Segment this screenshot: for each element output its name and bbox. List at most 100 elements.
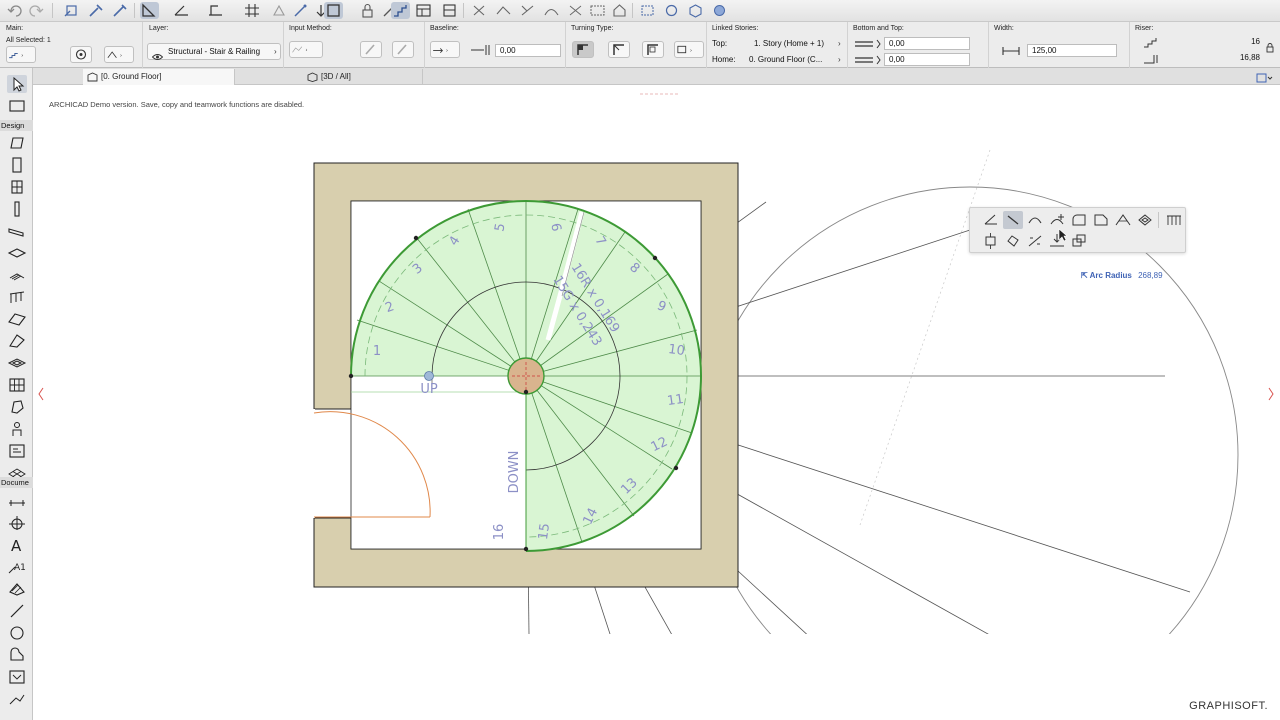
slab-tool-icon[interactable] xyxy=(7,244,27,262)
pick-up-parameters-icon[interactable] xyxy=(62,2,81,19)
marquee-tool-icon[interactable] xyxy=(7,97,27,115)
baseline-offset-field[interactable]: 0,00 xyxy=(495,44,561,57)
drag-icon[interactable] xyxy=(981,211,1001,229)
grid-icon[interactable] xyxy=(243,2,262,19)
lock-icon[interactable] xyxy=(1266,40,1274,53)
stair-drawing[interactable]: 1 2 3 4 5 6 7 8 9 10 11 12 13 14 15 16 U… xyxy=(34,86,1280,720)
render-icon[interactable] xyxy=(710,2,729,19)
guide-icon[interactable] xyxy=(206,2,225,19)
riser-count-icon xyxy=(1142,36,1162,48)
shell-tool-icon[interactable] xyxy=(7,332,27,350)
rotate-icon[interactable] xyxy=(1003,232,1023,250)
skylight-tool-icon[interactable] xyxy=(7,354,27,372)
curve-icon[interactable] xyxy=(542,2,561,19)
edit-segment-icon[interactable] xyxy=(1003,211,1023,229)
snap-method-button[interactable] xyxy=(360,41,382,58)
orbit-icon[interactable] xyxy=(662,2,681,19)
column-tool-icon[interactable] xyxy=(7,200,27,218)
split-icon[interactable] xyxy=(518,2,537,19)
stair-preset-button[interactable]: › xyxy=(104,46,134,63)
tab-ground-floor[interactable]: [0. Ground Floor] xyxy=(83,69,235,85)
label-tool-icon[interactable]: A1 xyxy=(7,558,27,576)
arc-circle-tool-icon[interactable] xyxy=(7,624,27,642)
marquee-icon[interactable] xyxy=(588,2,607,19)
magic-wand-icon[interactable] xyxy=(291,2,310,19)
roof-tool-icon[interactable] xyxy=(7,310,27,328)
riser-count-value[interactable]: 16 xyxy=(1230,37,1260,46)
polyline-tool-icon[interactable] xyxy=(7,646,27,664)
turning-type-dropdown[interactable]: › xyxy=(674,41,704,58)
home-icon[interactable] xyxy=(610,2,629,19)
scissors-icon[interactable] xyxy=(470,2,489,19)
element-type-button[interactable]: › xyxy=(6,46,36,63)
suspend-groups-icon[interactable] xyxy=(324,2,343,19)
elevate-icon[interactable] xyxy=(566,2,585,19)
lock-icon[interactable] xyxy=(358,2,377,19)
floor-plan-display-button[interactable] xyxy=(70,46,92,63)
object-tool-icon[interactable] xyxy=(7,420,27,438)
syringe-icon[interactable] xyxy=(110,2,129,19)
window-tool-icon[interactable] xyxy=(7,178,27,196)
top-offset-field[interactable]: 0,00 xyxy=(884,37,970,50)
zone-tool-icon[interactable] xyxy=(7,442,27,460)
layer-icon[interactable] xyxy=(140,2,159,19)
beam-tool-icon[interactable] xyxy=(7,222,27,240)
grid-snap-icon[interactable] xyxy=(172,2,191,19)
move-icon[interactable] xyxy=(981,232,1001,250)
home-story-value[interactable]: 0. Ground Floor (C... xyxy=(749,55,822,64)
curve-edge-icon[interactable] xyxy=(1025,211,1045,229)
turning-type-landing-button[interactable] xyxy=(572,41,594,58)
width-icon xyxy=(1001,44,1021,56)
riser-height-value[interactable]: 16,88 xyxy=(1230,53,1260,62)
offset-edge-icon[interactable] xyxy=(1113,211,1133,229)
dimension-tool-icon[interactable] xyxy=(7,492,27,510)
baseline-section: Baseline: › 0,00 xyxy=(425,22,566,68)
eyedropper-icon[interactable] xyxy=(86,2,105,19)
line-tool-icon[interactable] xyxy=(7,602,27,620)
trace-icon[interactable] xyxy=(270,2,289,19)
turning-type-equal-button[interactable] xyxy=(642,41,664,58)
wall-tool-icon[interactable] xyxy=(7,134,27,152)
stair-settings-icon[interactable] xyxy=(391,2,410,19)
tracker-value[interactable]: 268,89 xyxy=(1138,271,1162,280)
offset-all-icon[interactable] xyxy=(1135,211,1155,229)
mirror-icon[interactable] xyxy=(1025,232,1045,250)
tab-label: [0. Ground Floor] xyxy=(101,72,162,81)
layout-icon[interactable] xyxy=(414,2,433,19)
arrow-tool-icon[interactable] xyxy=(7,75,27,93)
morph-tool-icon[interactable] xyxy=(7,398,27,416)
offset-icon[interactable] xyxy=(494,2,513,19)
stair-tool-icon[interactable] xyxy=(7,266,27,284)
drawing-tool-icon[interactable] xyxy=(7,668,27,686)
group-icon[interactable] xyxy=(638,2,657,19)
left-split-handle[interactable] xyxy=(38,384,44,404)
tab-3d-all[interactable]: [3D / All] xyxy=(303,69,423,85)
fillet-icon[interactable] xyxy=(1069,211,1089,229)
railing-segment-icon[interactable] xyxy=(1164,211,1184,229)
section-icon[interactable] xyxy=(440,2,459,19)
turning-type-winder-button[interactable] xyxy=(608,41,630,58)
geometry-method-button[interactable] xyxy=(392,41,414,58)
width-field[interactable]: 125,00 xyxy=(1027,44,1117,57)
door-tool-icon[interactable] xyxy=(7,156,27,174)
top-story-value[interactable]: 1. Story (Home + 1) xyxy=(754,39,824,48)
fill-tool-icon[interactable] xyxy=(7,580,27,598)
right-split-handle[interactable] xyxy=(1268,384,1274,404)
undo-icon[interactable] xyxy=(6,2,25,19)
add-node-icon[interactable] xyxy=(1047,211,1067,229)
level-dimension-tool-icon[interactable] xyxy=(7,514,27,532)
bottom-offset-field[interactable]: 0,00 xyxy=(884,53,970,66)
input-method-button[interactable]: › xyxy=(289,41,323,58)
chamfer-icon[interactable] xyxy=(1091,211,1111,229)
floor-plan-canvas[interactable]: ARCHICAD Demo version. Save, copy and te… xyxy=(34,86,1280,720)
redo-icon[interactable] xyxy=(26,2,45,19)
railing-tool-icon[interactable] xyxy=(7,288,27,306)
curtain-wall-tool-icon[interactable] xyxy=(7,376,27,394)
text-tool-icon[interactable]: A xyxy=(7,536,27,554)
hotspot-tool-icon[interactable] xyxy=(7,690,27,708)
layer-dropdown[interactable]: Structural - Stair & Railing › xyxy=(147,43,281,60)
3d-view-icon[interactable] xyxy=(686,2,705,19)
tab-overflow-icon[interactable] xyxy=(1256,71,1274,83)
multiply-icon[interactable] xyxy=(1069,232,1089,250)
baseline-position-button[interactable]: › xyxy=(430,41,460,58)
